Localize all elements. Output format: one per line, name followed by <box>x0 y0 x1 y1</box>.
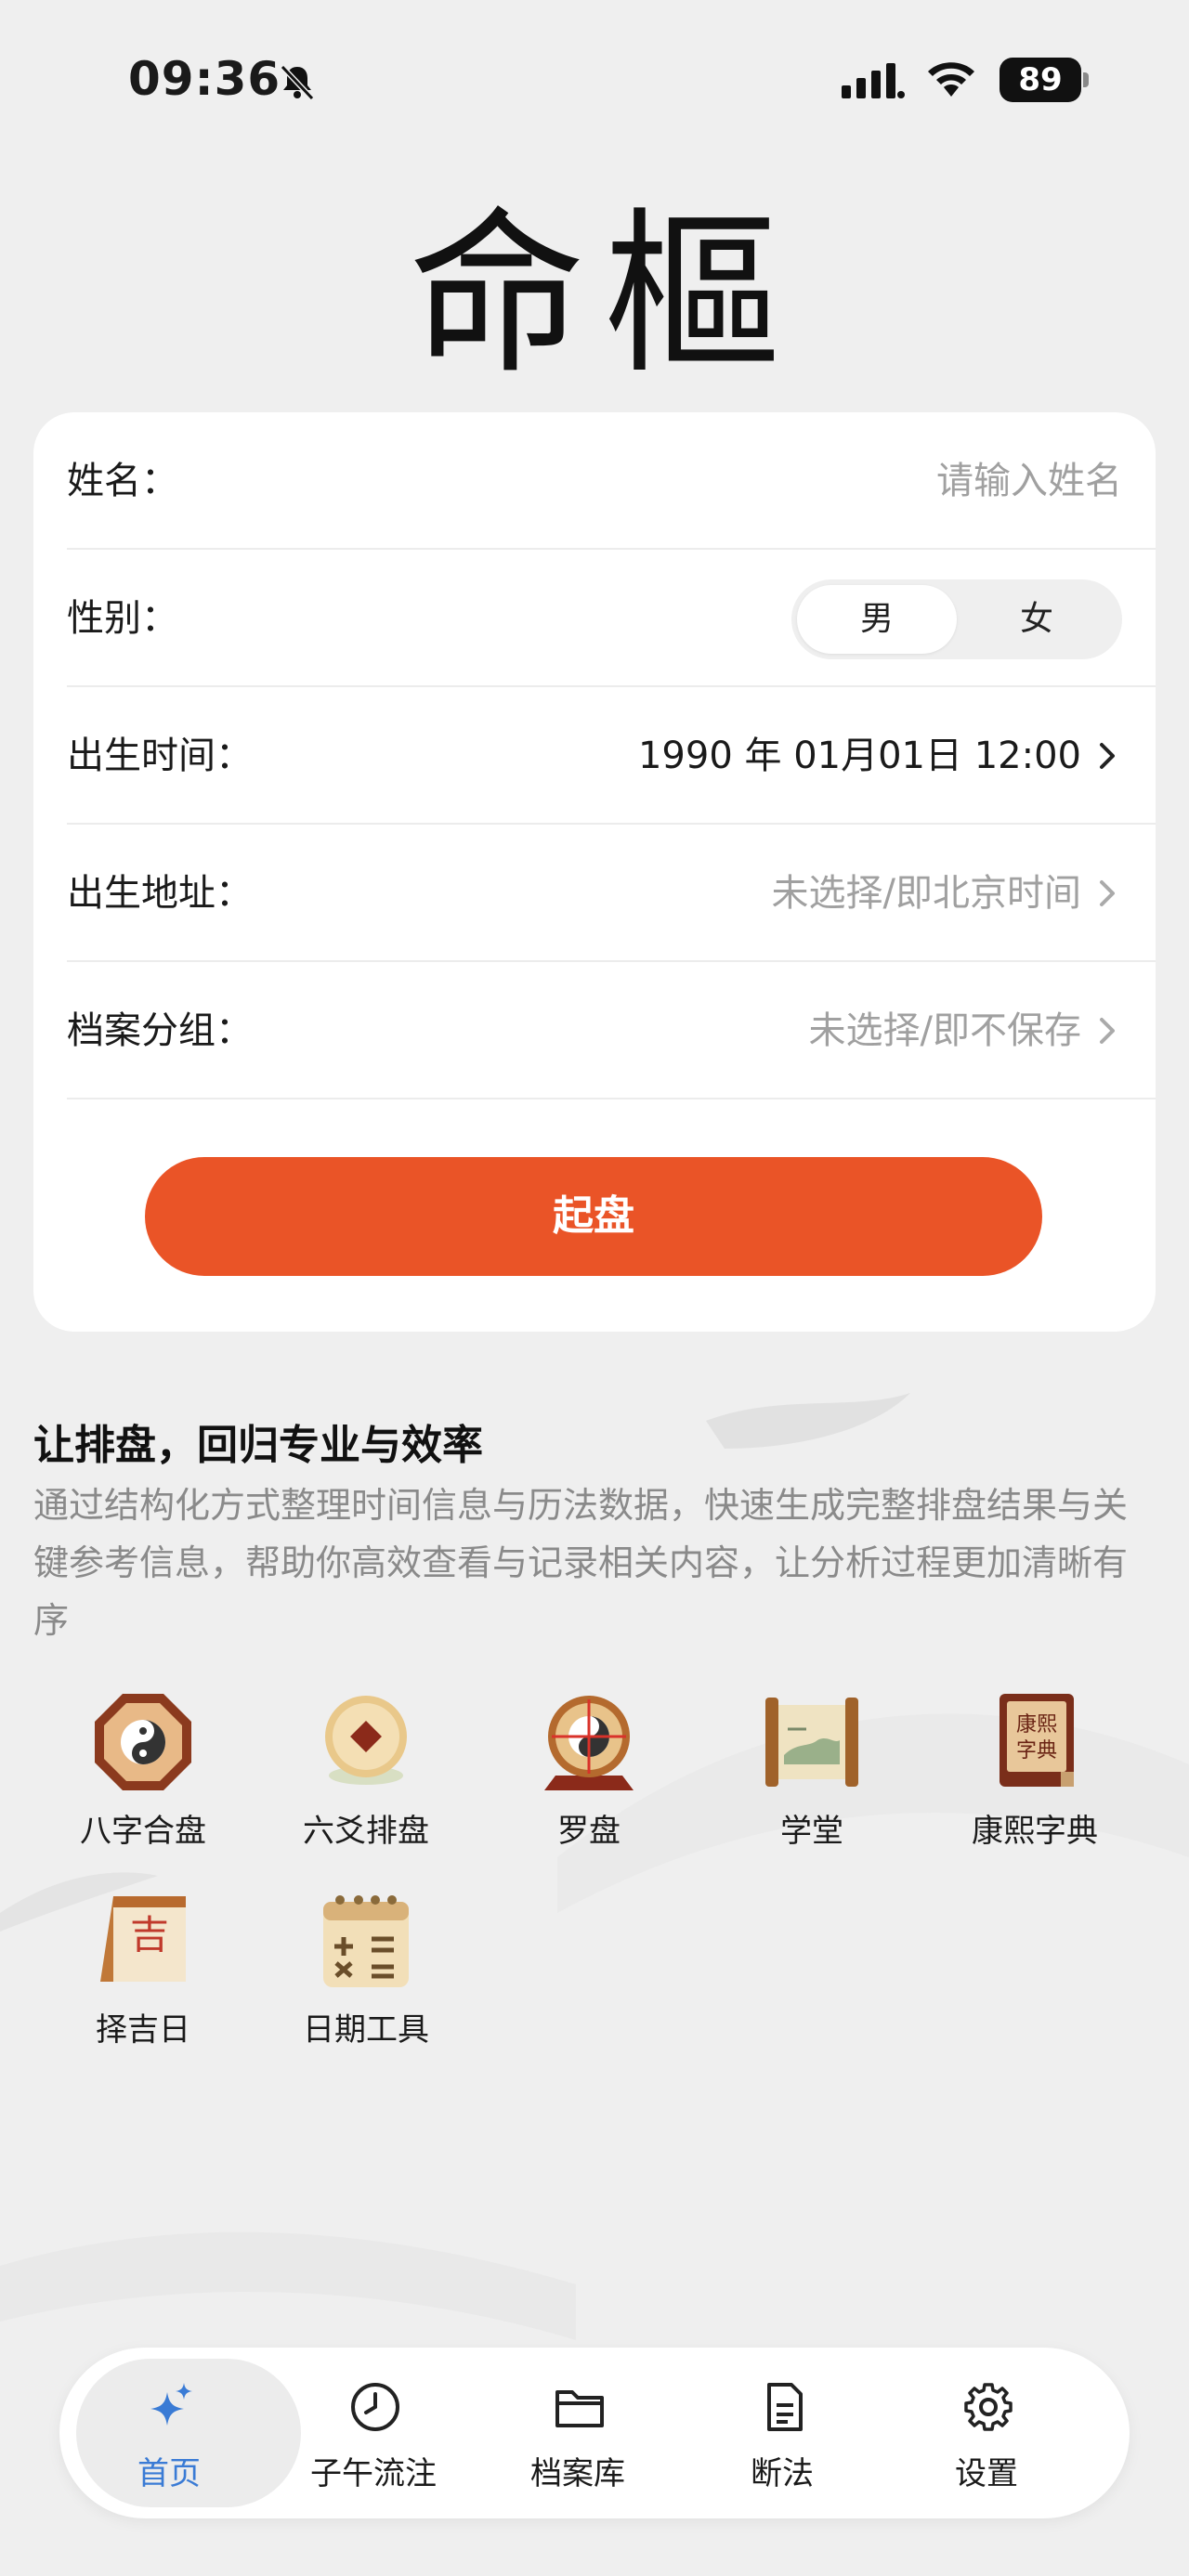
tool-label: 八字合盘 <box>80 1813 206 1850</box>
dictionary-icon: 康熙 字典 <box>1000 1694 1074 1787</box>
chevron-right-icon <box>1100 1018 1115 1044</box>
coin-icon <box>325 1696 407 1785</box>
nav-item-home[interactable]: 首页 <box>67 2348 301 2518</box>
gender-label: 性别： <box>67 597 178 640</box>
status-bar: 09:36 89 <box>0 0 1189 158</box>
tool-label: 罗盘 <box>557 1813 621 1850</box>
chevron-right-icon <box>1100 880 1115 906</box>
nav-label: 子午流注 <box>310 2455 437 2492</box>
folder-icon <box>555 2390 604 2427</box>
tool-kangxi-dictionary[interactable]: 康熙 字典 康熙字典 <box>923 1690 1146 1876</box>
tool-bazi-match[interactable]: 八字合盘 <box>32 1690 255 1876</box>
nav-label: 档案库 <box>530 2455 625 2492</box>
birth-place-label: 出生地址： <box>67 872 253 915</box>
nav-item-archive[interactable]: 档案库 <box>476 2348 680 2518</box>
nav-item-methods[interactable]: 断法 <box>680 2348 884 2518</box>
bottom-nav: 首页 子午流注 档案库 断法 设置 <box>59 2348 1130 2518</box>
compass-icon <box>544 1696 634 1790</box>
group-row[interactable]: 档案分组： 未选择/即不保存 <box>67 962 1156 1099</box>
birth-place-row[interactable]: 出生地址： 未选择/即北京时间 <box>67 825 1156 962</box>
nav-label: 首页 <box>137 2455 201 2492</box>
bell-muted-icon <box>280 64 315 101</box>
gear-icon <box>964 2383 1013 2431</box>
app-logo: 命 樞 <box>409 167 780 397</box>
gender-toggle[interactable]: 男 女 <box>791 579 1122 659</box>
tool-label: 学堂 <box>780 1813 843 1850</box>
nav-label: 断法 <box>751 2455 814 2492</box>
battery-level: 89 <box>1018 61 1063 98</box>
gender-row: 性别： 男 女 <box>67 550 1156 687</box>
tool-label: 康熙字典 <box>972 1813 1098 1850</box>
birth-time-row[interactable]: 出生时间： 1990 年 01月01日 12:00 <box>67 687 1156 825</box>
calendar-icon: 吉 <box>100 1896 186 1982</box>
tool-auspicious-day[interactable]: 吉 择吉日 <box>32 1889 255 2075</box>
sparkle-icon <box>150 2383 192 2426</box>
nav-label: 设置 <box>955 2455 1018 2492</box>
tool-academy[interactable]: 学堂 <box>700 1690 923 1876</box>
gender-option-male[interactable]: 男 <box>797 585 957 654</box>
wifi-icon <box>928 62 974 97</box>
name-row[interactable]: 姓名： 请输入姓名 <box>67 412 1156 550</box>
group-value: 未选择/即不保存 <box>808 1009 1081 1052</box>
svg-text:字典: 字典 <box>1016 1739 1057 1763</box>
birth-place-value: 未选择/即北京时间 <box>771 872 1081 915</box>
birth-time-label: 出生时间： <box>67 735 253 777</box>
calculator-icon <box>323 1895 409 1987</box>
bagua-icon <box>95 1694 191 1790</box>
intro-title: 让排盘，回归专业与效率 <box>33 1422 483 1469</box>
logo-char-2: 樞 <box>603 191 780 397</box>
nav-item-ziwu[interactable]: 子午流注 <box>271 2348 476 2518</box>
scroll-icon <box>765 1698 858 1787</box>
logo-char-1: 命 <box>409 191 586 397</box>
clock-icon <box>351 2383 399 2431</box>
battery-indicator: 89 <box>1000 58 1089 102</box>
start-chart-button[interactable]: 起盘 <box>145 1157 1042 1276</box>
nav-item-settings[interactable]: 设置 <box>884 2348 1089 2518</box>
birth-time-value: 1990 年 01月01日 12:00 <box>637 735 1081 777</box>
svg-text:康熙: 康熙 <box>1016 1713 1057 1737</box>
tool-date-utility[interactable]: 日期工具 <box>255 1889 477 2075</box>
tool-label: 择吉日 <box>96 2011 190 2049</box>
intro-description: 通过结构化方式整理时间信息与历法数据，快速生成完整排盘结果与关键参考信息，帮助你… <box>33 1485 1129 1641</box>
group-label: 档案分组： <box>67 1009 253 1052</box>
name-label: 姓名： <box>67 460 178 502</box>
gender-option-female[interactable]: 女 <box>957 585 1117 654</box>
tool-label: 日期工具 <box>303 2011 429 2049</box>
name-input[interactable]: 请输入姓名 <box>936 412 1122 550</box>
status-time: 09:36 <box>128 52 281 106</box>
tool-label: 六爻排盘 <box>303 1813 429 1850</box>
svg-text:吉: 吉 <box>130 1912 169 1958</box>
tool-liuyao[interactable]: 六爻排盘 <box>255 1690 477 1876</box>
signal-icon <box>842 63 905 98</box>
chevron-right-icon <box>1100 743 1115 769</box>
document-icon <box>767 2383 803 2431</box>
tool-compass[interactable]: 罗盘 <box>477 1690 700 1876</box>
